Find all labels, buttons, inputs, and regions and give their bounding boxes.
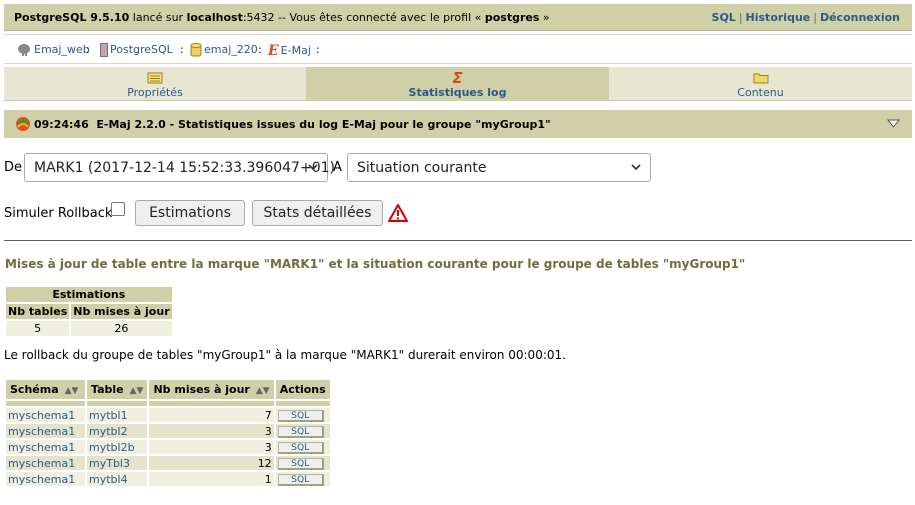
- count-cell: 7: [149, 408, 274, 422]
- schema-cell[interactable]: myschema1: [6, 456, 85, 470]
- top-links: SQL | Historique | Déconnexion: [711, 11, 900, 24]
- breadcrumb-database[interactable]: emaj_220: [190, 43, 258, 57]
- simulate-rollback-checkbox[interactable]: [111, 202, 125, 216]
- sql-button[interactable]: SQL: [277, 458, 324, 470]
- table-row: myschema1 mytbl2 3 SQL: [6, 424, 330, 438]
- warning-icon: [388, 204, 408, 222]
- sql-button[interactable]: SQL: [277, 410, 324, 422]
- host-name: localhost: [186, 11, 243, 24]
- breadcrumb-engine[interactable]: PostgreSQL: [100, 43, 173, 57]
- sigma-icon: Σ: [452, 69, 463, 87]
- tab-bar: Propriétés Σ Statistiques log Contenu: [4, 67, 912, 101]
- sql-link[interactable]: SQL: [712, 11, 736, 24]
- sql-button[interactable]: SQL: [277, 474, 324, 486]
- sql-button[interactable]: SQL: [277, 442, 324, 454]
- database-icon: [190, 43, 202, 57]
- breadcrumb-server[interactable]: Emaj_web: [16, 43, 90, 57]
- properties-icon: [147, 72, 163, 84]
- tab-log-stats[interactable]: Σ Statistiques log: [306, 67, 609, 101]
- history-link[interactable]: Historique: [746, 11, 811, 24]
- chevron-down-icon: [631, 164, 641, 171]
- value-nb-updates: 26: [71, 321, 172, 336]
- table-cell[interactable]: mytbl1: [87, 408, 148, 422]
- elephant-icon: [18, 44, 30, 56]
- table-cell[interactable]: myTbl3: [87, 456, 148, 470]
- table-cell[interactable]: mytbl2b: [87, 440, 148, 454]
- sql-button[interactable]: SQL: [277, 426, 324, 438]
- estimations-table: Estimations Nb tables Nb mises à jour 5 …: [4, 285, 174, 338]
- server-icon: [100, 43, 108, 57]
- sort-icon[interactable]: ▲▼: [256, 386, 270, 396]
- count-cell: 1: [149, 472, 274, 486]
- page-title: 09:24:46 E-Maj 2.2.0 - Statistiques issu…: [34, 118, 551, 131]
- tab-content[interactable]: Contenu: [609, 67, 912, 101]
- table-row: myschema1 mytbl1 7 SQL: [6, 408, 330, 422]
- breadcrumb: Emaj_web : PostgreSQL : emaj_220 : E E-Ma…: [4, 34, 912, 64]
- stats-table: Schéma ▲▼ Table ▲▼ Nb mises à jour ▲▼ Actio…: [4, 378, 332, 488]
- section-title: Mises à jour de table entre la marque "M…: [5, 257, 746, 271]
- schema-cell[interactable]: myschema1: [6, 408, 85, 422]
- table-cell[interactable]: mytbl2: [87, 424, 148, 438]
- estimations-caption: Estimations: [6, 287, 172, 302]
- page-title-bar: 09:24:46 E-Maj 2.2.0 - Statistiques issu…: [4, 110, 912, 138]
- header-table[interactable]: Table ▲▼: [87, 380, 148, 399]
- emaj-logo-icon: [16, 117, 30, 131]
- header-nb-updates[interactable]: Nb mises à jour ▲▼: [149, 380, 274, 399]
- header-nb-updates: Nb mises à jour: [71, 304, 172, 319]
- sort-icon[interactable]: ▲▼: [65, 386, 79, 396]
- estimations-button[interactable]: Estimations: [135, 200, 245, 226]
- breadcrumb-plugin[interactable]: E E-Maj: [268, 43, 311, 59]
- emaj-icon: E: [268, 43, 279, 59]
- rollback-estimate-message: Le rollback du groupe de tables "myGroup…: [4, 348, 566, 362]
- value-nb-tables: 5: [6, 321, 70, 336]
- from-label: De: [4, 160, 23, 175]
- detailed-stats-button[interactable]: Stats détaillées: [252, 200, 383, 226]
- folder-icon: [753, 73, 768, 84]
- header-actions: Actions: [275, 380, 330, 399]
- table-row: myschema1 mytbl4 1 SQL: [6, 472, 330, 486]
- profile-name: postgres: [484, 11, 540, 24]
- table-row: myschema1 mytbl2b 3 SQL: [6, 440, 330, 454]
- tab-properties[interactable]: Propriétés: [4, 67, 306, 101]
- logout-link[interactable]: Déconnexion: [820, 11, 900, 24]
- count-cell: 3: [149, 440, 274, 454]
- from-mark-select[interactable]: MARK1 (2017-12-14 15:52:33.396047+01): [24, 153, 335, 182]
- divider: [4, 240, 912, 241]
- count-cell: 3: [149, 424, 274, 438]
- simulate-rollback-label: Simuler Rollback: [4, 206, 113, 221]
- header-nb-tables: Nb tables: [6, 304, 70, 319]
- schema-cell[interactable]: myschema1: [6, 440, 85, 454]
- server-name: PostgreSQL 9.5.10: [14, 11, 130, 24]
- sort-icon[interactable]: ▲▼: [130, 386, 144, 396]
- schema-cell[interactable]: myschema1: [6, 472, 85, 486]
- schema-cell[interactable]: myschema1: [6, 424, 85, 438]
- table-cell[interactable]: mytbl4: [87, 472, 148, 486]
- top-bar: PostgreSQL 9.5.10 lancé sur localhost:54…: [4, 4, 912, 31]
- chevron-down-icon: [308, 164, 318, 171]
- to-mark-select[interactable]: Situation courante: [347, 153, 651, 182]
- collapse-triangle-icon[interactable]: [887, 119, 900, 128]
- header-schema[interactable]: Schéma ▲▼: [6, 380, 85, 399]
- to-label: A: [333, 160, 342, 175]
- connection-info: PostgreSQL 9.5.10 lancé sur localhost:54…: [14, 11, 550, 24]
- count-cell: 12: [149, 456, 274, 470]
- table-row: myschema1 myTbl3 12 SQL: [6, 456, 330, 470]
